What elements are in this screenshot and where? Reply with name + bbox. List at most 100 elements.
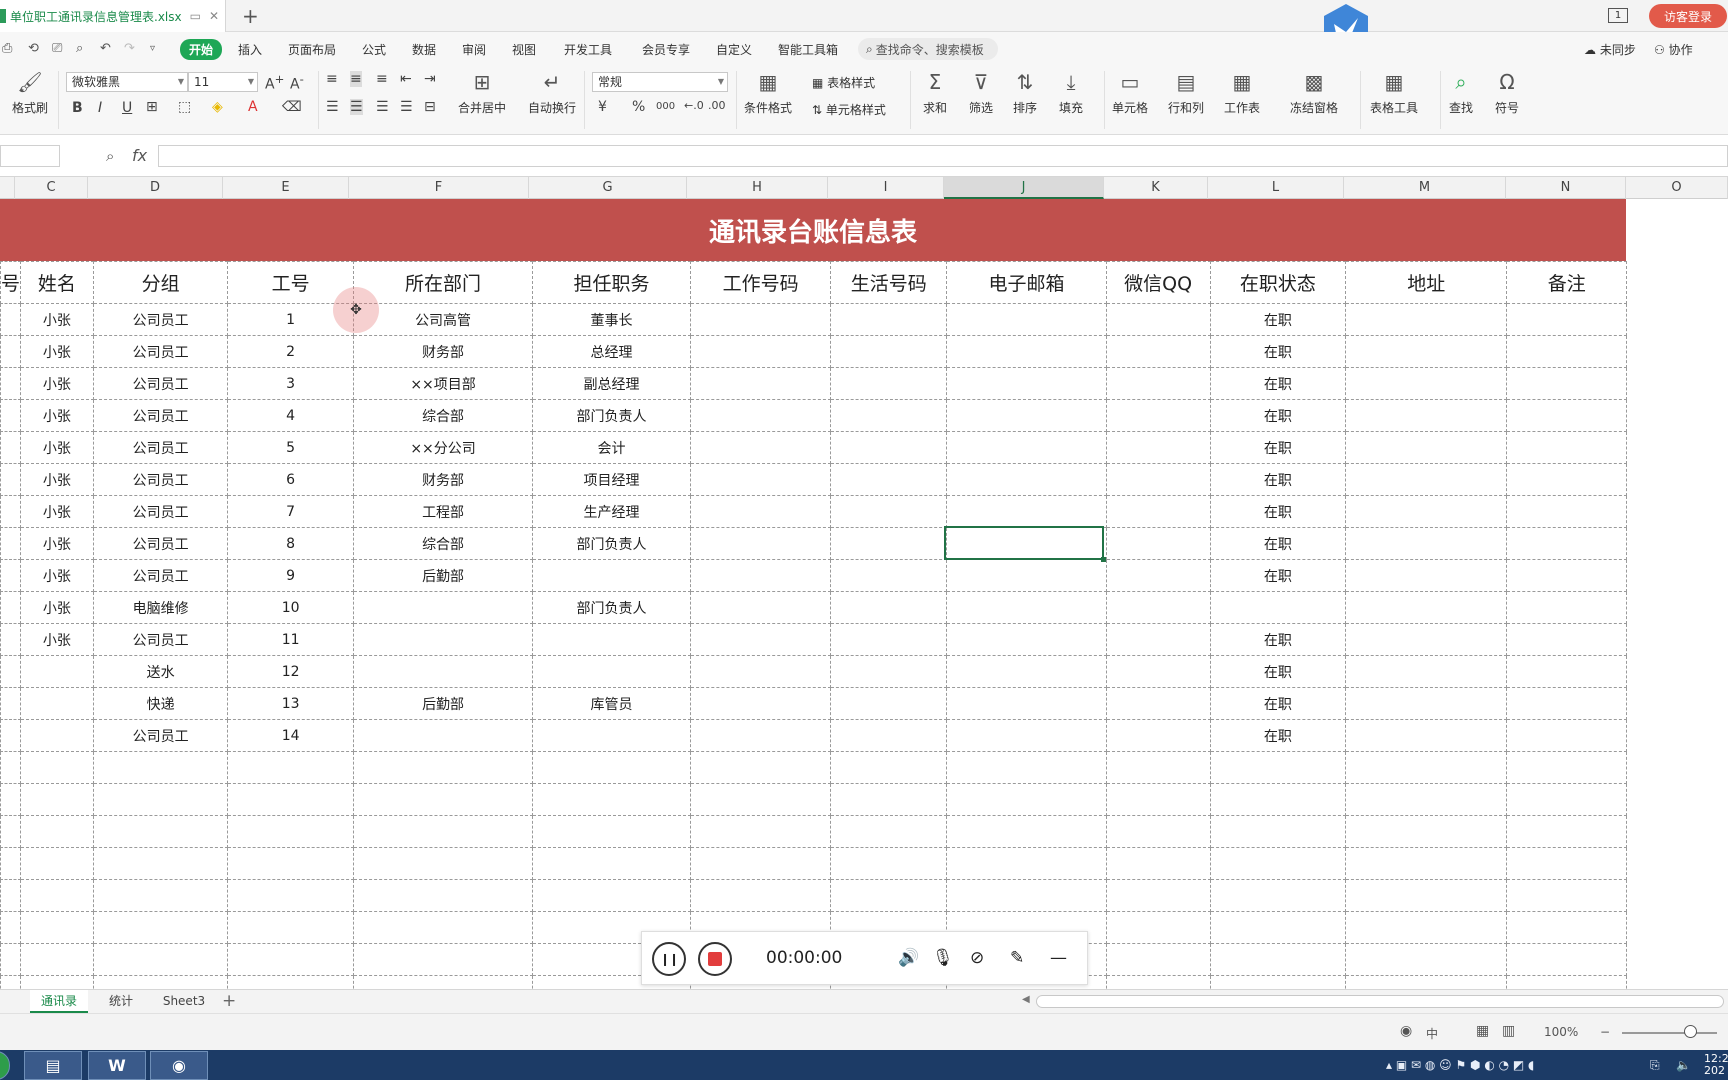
align-middle-icon[interactable]: ≡ [350,71,362,87]
table-cell[interactable] [1345,559,1508,592]
table-cell[interactable]: 公司员工 [92,559,229,592]
table-cell[interactable] [532,719,691,752]
table-cell[interactable] [352,719,534,752]
empty-cell[interactable] [1625,367,1728,400]
speaker-icon[interactable]: 🔊 [898,948,919,968]
table-cell[interactable] [1506,335,1627,368]
header-cell[interactable]: 微信QQ [1105,261,1211,304]
table-cell[interactable] [92,879,229,912]
find-button[interactable]: ⌕ 查找 [1448,69,1474,116]
table-cell[interactable] [689,527,832,560]
table-cell[interactable]: 公司员工 [92,527,229,560]
table-cell[interactable]: 在职 [1209,687,1347,720]
sheet-tab-sheet3[interactable]: Sheet3 [154,990,214,1013]
empty-cell[interactable] [1625,591,1728,624]
table-cell[interactable] [1105,335,1211,368]
table-cell[interactable] [1209,815,1347,848]
table-cell[interactable] [0,559,22,592]
table-cell[interactable]: 小张 [20,431,94,464]
table-cell[interactable] [1345,431,1508,464]
header-cell[interactable]: 在职状态 [1209,261,1347,304]
table-cell[interactable] [532,655,691,688]
table-cell[interactable] [830,399,948,432]
page-view-icon[interactable]: ▥ [1502,1023,1515,1039]
table-cell[interactable] [1105,879,1211,912]
table-cell[interactable]: 14 [227,719,354,752]
table-cell[interactable] [830,687,948,720]
freeze-panes-button[interactable]: ▩ 冻结窗格 [1290,69,1338,116]
table-cell[interactable] [92,911,229,944]
column-header[interactable]: M [1344,177,1506,199]
table-cell[interactable] [20,655,94,688]
table-cell[interactable] [1105,943,1211,976]
empty-cell[interactable] [1625,879,1728,912]
table-cell[interactable] [830,879,948,912]
collaborate-button[interactable]: ⚇ 协作 [1654,41,1693,58]
table-cell[interactable] [352,623,534,656]
table-cell[interactable] [1506,463,1627,496]
table-cell[interactable] [689,559,832,592]
table-cell[interactable] [946,591,1107,624]
table-cell[interactable] [20,687,94,720]
table-cell[interactable] [946,463,1107,496]
start-button[interactable] [0,1051,10,1080]
table-cell[interactable] [1345,623,1508,656]
table-cell[interactable] [1506,911,1627,944]
table-cell[interactable] [1105,719,1211,752]
column-header[interactable]: E [223,177,349,199]
table-cell[interactable] [1345,687,1508,720]
table-cell[interactable] [1209,847,1347,880]
column-header[interactable]: K [1104,177,1208,199]
table-cell[interactable] [1506,687,1627,720]
table-cell[interactable] [689,591,832,624]
scroll-left-icon[interactable]: ◀ [1022,994,1030,1005]
table-cell[interactable]: 在职 [1209,719,1347,752]
table-cell[interactable] [689,655,832,688]
table-cell[interactable] [352,911,534,944]
empty-cell[interactable] [1625,687,1728,720]
number-format-select[interactable]: 常规 ▼ [592,72,728,92]
table-cell[interactable]: 库管员 [532,687,691,720]
menu-review[interactable]: 审阅 [462,41,486,58]
table-cell[interactable]: 5 [227,431,354,464]
table-cell[interactable]: 财务部 [352,463,534,496]
table-cell[interactable]: 生产经理 [532,495,691,528]
table-cell[interactable] [1345,591,1508,624]
empty-cell[interactable] [1625,431,1728,464]
cells-button[interactable]: ▭ 单元格 [1112,69,1148,116]
table-cell[interactable]: 9 [227,559,354,592]
table-cell[interactable] [1506,783,1627,816]
font-color-icon[interactable]: A [248,99,258,115]
empty-cell[interactable] [1625,261,1728,304]
table-cell[interactable] [532,623,691,656]
table-cell[interactable] [0,335,22,368]
table-cell[interactable]: 在职 [1209,367,1347,400]
table-cell[interactable] [830,335,948,368]
border-icon[interactable]: ⊞ [146,99,158,115]
table-cell[interactable] [689,687,832,720]
table-cell[interactable]: 小张 [20,527,94,560]
table-cell[interactable] [1506,527,1627,560]
table-cell[interactable] [227,815,354,848]
header-cell[interactable]: 工作号码 [689,261,832,304]
menu-view[interactable]: 视图 [512,41,536,58]
menu-data[interactable]: 数据 [412,41,436,58]
align-bottom-icon[interactable]: ≡ [376,71,388,87]
stop-recording-button[interactable] [698,942,732,976]
table-cell[interactable] [1105,591,1211,624]
empty-cell[interactable] [1625,623,1728,656]
table-cell[interactable] [946,847,1107,880]
symbol-button[interactable]: Ω 符号 [1494,69,1520,116]
table-cell[interactable] [532,815,691,848]
table-cell[interactable] [1506,943,1627,976]
table-tools-button[interactable]: ▦ 表格工具 [1370,69,1418,116]
table-cell[interactable] [1345,495,1508,528]
empty-cell[interactable] [1625,815,1728,848]
table-cell[interactable] [1105,527,1211,560]
sheet-tab-stats[interactable]: 统计 [96,990,146,1013]
table-cell[interactable] [689,847,832,880]
table-cell[interactable] [352,847,534,880]
table-cell[interactable] [1506,847,1627,880]
table-cell[interactable]: 6 [227,463,354,496]
table-cell[interactable] [92,783,229,816]
